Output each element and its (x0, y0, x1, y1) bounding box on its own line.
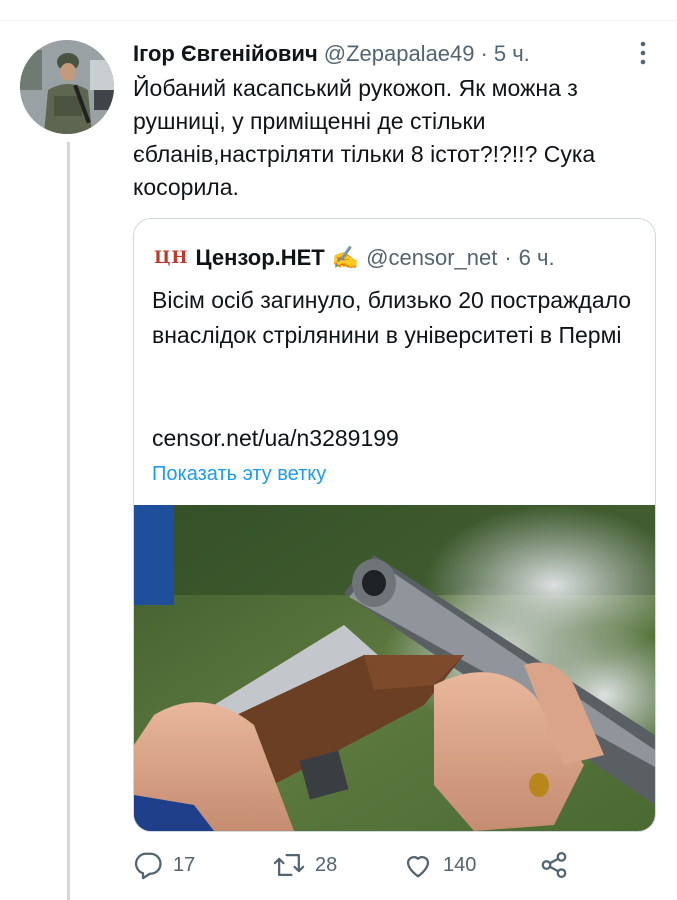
quote-author-name[interactable]: Цензор.НЕТ (196, 245, 325, 271)
like-count: 140 (443, 853, 477, 876)
retweet-count: 28 (315, 853, 338, 876)
share-button[interactable] (539, 848, 569, 882)
like-button[interactable]: 140 (403, 848, 476, 882)
more-vertical-icon[interactable] (632, 40, 654, 66)
author-name[interactable]: Ігор Євгенійович (133, 41, 318, 67)
quote-verified-emoji: ✍️ (331, 245, 360, 270)
top-divider (0, 20, 677, 21)
quote-header: ЦН Цензор.НЕТ ✍️ @censor_net · 6 ч. (154, 245, 555, 271)
tweet-header: Ігор Євгенійович @Zepapalae49 · 5 ч. (133, 40, 613, 68)
separator-dot: · (480, 41, 488, 66)
quote-logo: ЦН (154, 248, 189, 268)
tweet-time[interactable]: 5 ч. (494, 41, 530, 67)
quote-tweet-card[interactable]: ЦН Цензор.НЕТ ✍️ @censor_net · 6 ч. Вісі… (133, 218, 656, 832)
quote-handle[interactable]: @censor_net (366, 245, 497, 271)
quote-text: Вісім осіб загинуло, близько 20 постражд… (152, 287, 632, 348)
reply-button[interactable]: 17 (133, 848, 195, 882)
retweet-button[interactable]: 28 (273, 848, 337, 882)
thread-line (67, 142, 70, 900)
quote-separator: · (504, 245, 512, 270)
author-handle[interactable]: @Zepapalae49 (324, 41, 475, 67)
quote-photo[interactable] (134, 505, 655, 831)
reply-count: 17 (173, 853, 196, 876)
show-thread-link[interactable]: Показать эту ветку (152, 463, 326, 486)
quote-time[interactable]: 6 ч. (519, 245, 555, 271)
tweet-text: Йобаний касапський рукожоп. Як можна з р… (133, 75, 596, 200)
share-icon (541, 852, 567, 878)
action-bar: 17 28 140 (133, 848, 653, 882)
avatar[interactable] (20, 40, 114, 134)
retweet-icon (273, 854, 305, 876)
heart-icon (406, 856, 430, 878)
reply-icon (134, 852, 162, 880)
quote-link[interactable]: censor.net/ua/n3289199 (152, 425, 399, 452)
